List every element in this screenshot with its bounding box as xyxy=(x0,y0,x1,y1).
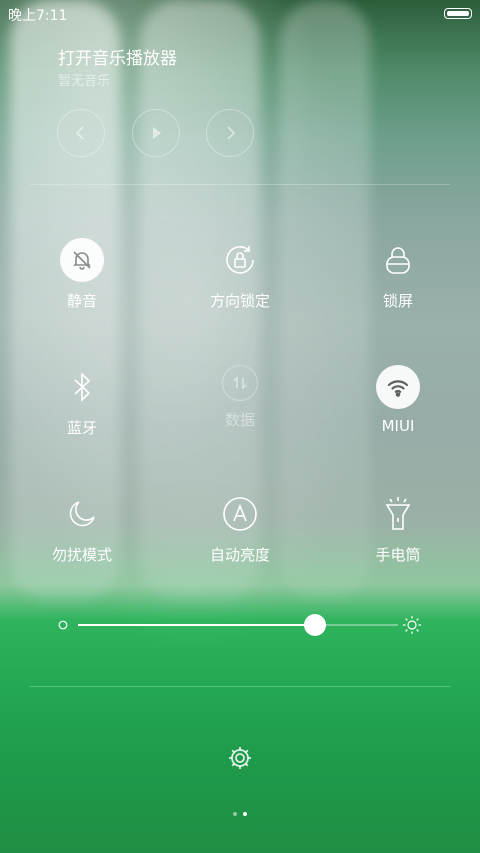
play-icon xyxy=(153,127,161,139)
mute-bell-icon xyxy=(60,238,104,282)
toggle-flashlight[interactable]: 手电筒 xyxy=(328,492,468,565)
gear-icon xyxy=(229,747,251,769)
play-button[interactable] xyxy=(132,109,180,157)
divider xyxy=(30,184,450,185)
mobile-data-icon xyxy=(222,365,258,401)
toggle-bluetooth[interactable]: 蓝牙 xyxy=(12,365,152,438)
flashlight-icon xyxy=(376,492,420,536)
status-bar: 晚上7:11 xyxy=(0,0,480,28)
brightness-low-icon xyxy=(58,620,68,630)
settings-button[interactable] xyxy=(226,744,254,772)
toggle-do-not-disturb[interactable]: 勿扰模式 xyxy=(12,492,152,565)
toggle-auto-brightness[interactable]: 自动亮度 xyxy=(170,492,310,565)
bluetooth-icon xyxy=(60,365,104,409)
status-time: 晚上7:11 xyxy=(8,8,68,24)
toggle-rotation-lock[interactable]: 方向锁定 xyxy=(170,238,310,311)
toggle-label: 静音 xyxy=(66,292,97,310)
page-dot-active xyxy=(243,812,247,816)
wifi-icon xyxy=(376,365,420,409)
battery-icon xyxy=(444,8,472,19)
page-indicator xyxy=(0,812,480,816)
toggle-mute[interactable]: 静音 xyxy=(12,238,152,311)
auto-brightness-icon xyxy=(218,492,262,536)
toggle-lock-screen[interactable]: 锁屏 xyxy=(328,238,468,311)
music-player-subtitle: 暂无音乐 xyxy=(58,74,111,89)
next-icon xyxy=(227,126,236,140)
music-player-title[interactable]: 打开音乐播放器 xyxy=(58,44,177,69)
rotation-lock-icon xyxy=(218,238,262,282)
divider xyxy=(30,686,450,687)
brightness-knob[interactable] xyxy=(303,614,326,636)
moon-icon xyxy=(60,492,104,536)
toggle-label: 手电筒 xyxy=(375,546,421,564)
toggle-label: 自动亮度 xyxy=(209,546,270,564)
toggle-mobile-data[interactable]: 数据 xyxy=(170,365,310,430)
brightness-slider[interactable] xyxy=(58,614,422,636)
previous-track-button[interactable] xyxy=(57,109,105,157)
toggle-label: 锁屏 xyxy=(382,292,413,310)
brightness-high-icon xyxy=(403,616,421,634)
toggle-label: 勿扰模式 xyxy=(51,546,112,564)
brightness-track xyxy=(78,614,398,636)
toggle-label: MIUI xyxy=(381,417,415,435)
toggle-wifi[interactable]: MIUI xyxy=(328,365,468,435)
next-track-button[interactable] xyxy=(206,109,254,157)
lock-icon xyxy=(376,238,420,282)
page-dot xyxy=(233,812,237,816)
toggle-label: 蓝牙 xyxy=(66,419,97,437)
toggle-label: 数据 xyxy=(224,411,255,429)
prev-icon xyxy=(75,126,84,140)
toggle-label: 方向锁定 xyxy=(209,292,270,310)
brightness-fill xyxy=(78,624,315,626)
